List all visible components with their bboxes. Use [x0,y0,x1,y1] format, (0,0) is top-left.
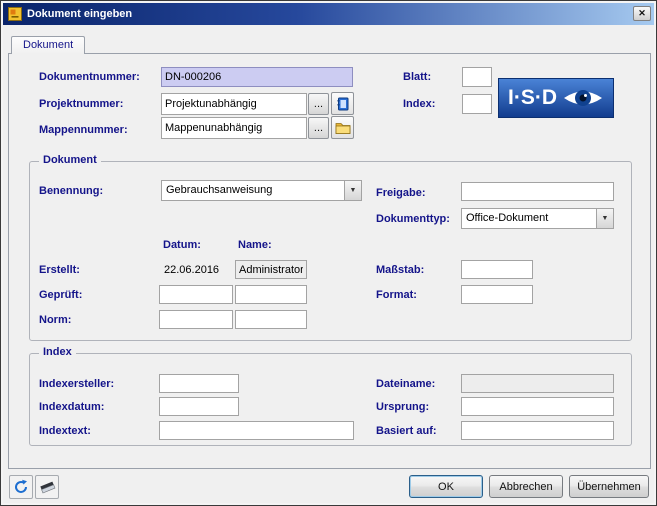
tab-label: Dokument [23,39,73,51]
index-input[interactable] [462,94,492,114]
chevron-down-icon[interactable]: ▼ [596,209,613,228]
basiert-auf-input[interactable] [461,421,614,440]
dateiname-label: Dateiname: [376,378,435,390]
isd-logo: I·S·D [498,78,614,118]
indexdatum-label: Indexdatum: [39,401,104,413]
datum-column-header: Datum: [163,239,201,251]
refresh-button[interactable] [9,475,33,499]
eye-icon [562,85,604,111]
projektnummer-label: Projektnummer: [39,98,123,110]
erstellt-label: Erstellt: [39,264,80,276]
benennung-value: Gebrauchsanweisung [166,184,272,196]
apply-button[interactable]: Übernehmen [569,475,649,498]
geprueft-datum-input[interactable] [159,285,233,304]
blatt-label: Blatt: [403,71,431,83]
ursprung-label: Ursprung: [376,401,429,413]
geprueft-name-input[interactable] [235,285,307,304]
isd-logo-text: I·S·D [508,86,557,110]
blatt-input[interactable] [462,67,492,87]
benennung-select[interactable]: Gebrauchsanweisung ▼ [161,180,362,201]
ellipsis-icon: ... [314,98,323,110]
dokumentnummer-input[interactable] [161,67,353,87]
indexersteller-input[interactable] [159,374,239,393]
eraser-button[interactable] [35,475,59,499]
eraser-icon [39,479,56,495]
close-icon: ✕ [638,8,646,18]
index-label: Index: [403,98,435,110]
group-index-title: Index [39,346,76,358]
indexdatum-input[interactable] [159,397,239,416]
geprueft-label: Geprüft: [39,289,82,301]
notebook-icon [336,97,350,111]
indextext-label: Indextext: [39,425,91,437]
projekt-list-button[interactable] [331,92,354,115]
projekt-browse-button[interactable]: ... [308,93,329,115]
window-title: Dokument eingeben [27,8,132,20]
mappennummer-label: Mappennummer: [39,124,128,136]
refresh-icon [13,479,29,495]
tab-dokument[interactable]: Dokument [11,36,85,54]
dateiname-field [461,374,614,393]
indextext-input[interactable] [159,421,354,440]
name-column-header: Name: [238,239,272,251]
chevron-down-icon[interactable]: ▼ [344,181,361,200]
titlebar[interactable]: Dokument eingeben [3,3,654,25]
format-label: Format: [376,289,417,301]
format-input[interactable] [461,285,533,304]
norm-label: Norm: [39,314,71,326]
indexersteller-label: Indexersteller: [39,378,114,390]
basiert-auf-label: Basiert auf: [376,425,437,437]
dialog-dokument-eingeben: Dokument eingeben ✕ Dokument Dokumentnum… [0,0,657,506]
ellipsis-icon: ... [314,122,323,134]
mappen-folder-button[interactable] [331,116,354,139]
app-icon [8,7,22,21]
norm-datum-input[interactable] [159,310,233,329]
freigabe-label: Freigabe: [376,187,426,199]
folder-icon [335,121,351,134]
group-dokument-title: Dokument [39,154,101,166]
mappennummer-input[interactable] [161,117,307,139]
dokumenttyp-select[interactable]: Office-Dokument ▼ [461,208,614,229]
benennung-label: Benennung: [39,185,103,197]
dokumentnummer-label: Dokumentnummer: [39,71,140,83]
norm-name-input[interactable] [235,310,307,329]
dokumenttyp-value: Office-Dokument [466,212,548,224]
close-button[interactable]: ✕ [633,6,651,21]
erstellt-datum-value: 22.06.2016 [164,264,219,276]
dokumenttyp-label: Dokumenttyp: [376,213,450,225]
massstab-input[interactable] [461,260,533,279]
mappen-browse-button[interactable]: ... [308,117,329,139]
massstab-label: Maßstab: [376,264,424,276]
erstellt-name-field [235,260,307,279]
ok-button[interactable]: OK [409,475,483,498]
ursprung-input[interactable] [461,397,614,416]
projektnummer-input[interactable] [161,93,307,115]
cancel-button[interactable]: Abbrechen [489,475,563,498]
freigabe-input[interactable] [461,182,614,201]
